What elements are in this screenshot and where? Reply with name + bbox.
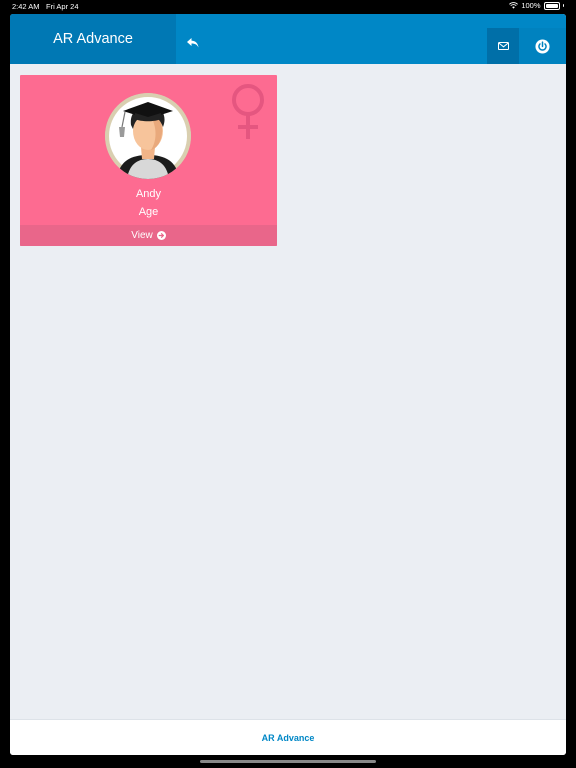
bottom-bar: AR Advance: [10, 719, 566, 755]
footer-brand-link[interactable]: AR Advance: [262, 733, 315, 743]
battery-percent: 100%: [521, 1, 541, 10]
battery-icon: [543, 1, 560, 10]
profile-age-label: Age: [138, 206, 159, 218]
power-icon: [535, 38, 550, 54]
profile-card[interactable]: Andy Age View: [20, 75, 277, 246]
power-button[interactable]: [519, 28, 566, 64]
mail-button[interactable]: [487, 28, 519, 64]
status-time: 2:42 AM: [12, 2, 40, 11]
student-avatar-image: [105, 93, 191, 179]
status-right: 100%: [509, 1, 564, 10]
view-profile-button[interactable]: View: [20, 225, 277, 246]
venus-icon: [232, 84, 264, 139]
profile-name: Andy: [135, 188, 162, 200]
avatar: [105, 93, 191, 179]
home-indicator: [200, 760, 376, 763]
view-label: View: [131, 230, 153, 241]
status-bar: 2:42 AM Fri Apr 24 100%: [0, 0, 576, 12]
app-title[interactable]: AR Advance: [10, 14, 176, 64]
app-window: AR Advance Andy Age View AR Advance: [10, 14, 566, 755]
reply-arrow-icon[interactable]: [186, 37, 200, 49]
wifi-icon: [509, 2, 519, 9]
app-header: AR Advance: [10, 14, 566, 64]
arrow-circle-right-icon: [156, 231, 166, 240]
envelope-icon: [497, 42, 509, 50]
status-date: Fri Apr 24: [46, 2, 79, 11]
battery-tip: [562, 4, 564, 7]
